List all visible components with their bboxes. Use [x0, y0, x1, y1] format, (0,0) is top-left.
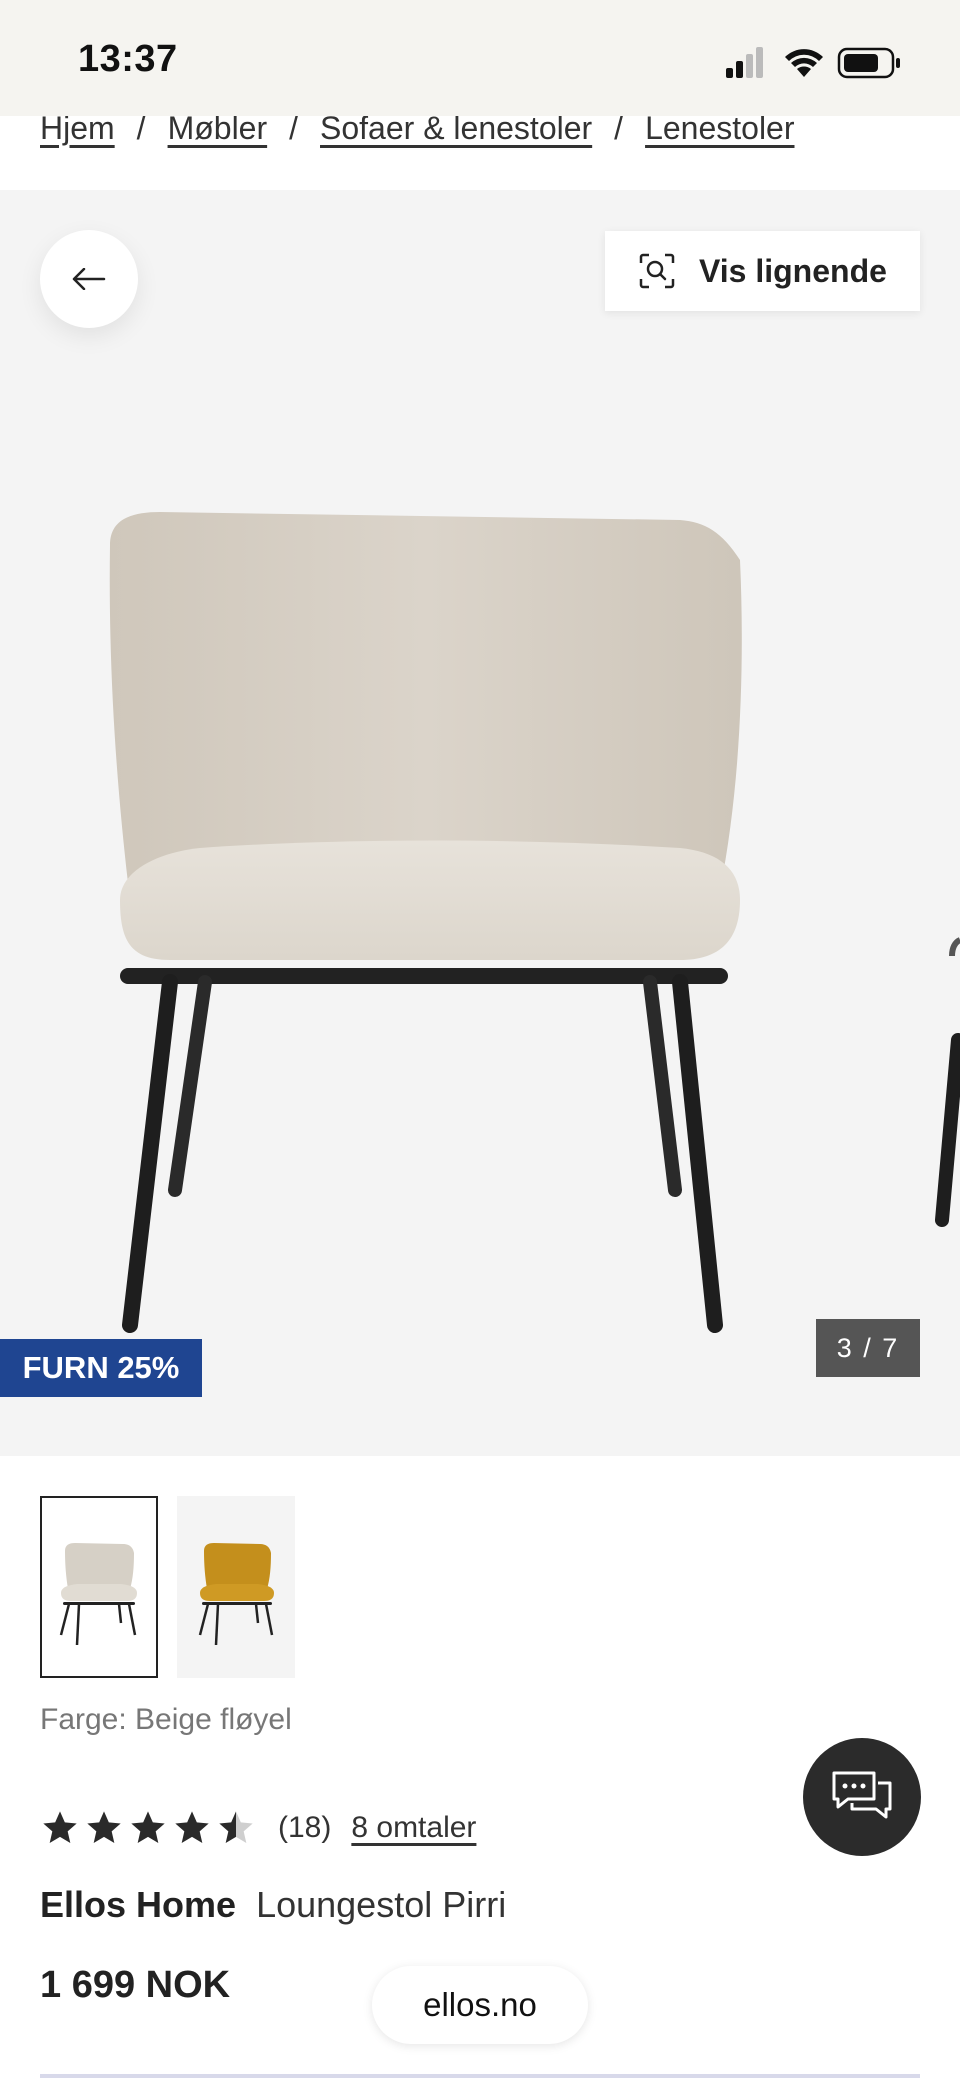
next-section-edge [40, 2074, 920, 2078]
breadcrumb-armchairs[interactable]: Lenestoler [645, 116, 794, 146]
star-icon [131, 1811, 165, 1843]
status-icons [726, 47, 900, 79]
back-button[interactable] [40, 230, 138, 328]
promo-badge: FURN 25% [0, 1339, 202, 1397]
product-image-chair [109, 512, 742, 1333]
cellular-signal-icon [726, 47, 763, 78]
status-time: 13:37 [78, 38, 178, 80]
rating-row: (18) 8 omtaler [40, 1806, 476, 1850]
star-icon [87, 1811, 121, 1843]
star-rating [40, 1808, 256, 1848]
swatch-beige[interactable] [40, 1496, 158, 1678]
breadcrumb-sofas[interactable]: Sofaer & lenestoler [320, 116, 592, 146]
battery-icon [837, 47, 900, 79]
star-icon [43, 1811, 77, 1843]
product-price: 1 699 NOK [40, 1964, 231, 2006]
breadcrumb-furniture[interactable]: Møbler [168, 116, 268, 146]
show-similar-label: Vis lignende [699, 252, 887, 289]
wifi-icon [785, 49, 823, 77]
product-brand: Ellos Home [40, 1884, 237, 1925]
breadcrumb: Hjem / Møbler / Sofaer & lenestoler / Lenestol… [0, 116, 960, 190]
rating-count: (18) [278, 1811, 332, 1844]
reviews-link[interactable]: 8 omtaler [351, 1811, 476, 1845]
browser-url-pill[interactable]: ellos.no [372, 1966, 588, 2044]
color-label: Farge: Beige fløyel [40, 1703, 292, 1736]
visual-search-icon [639, 253, 675, 289]
breadcrumb-home[interactable]: Hjem [40, 116, 115, 146]
status-bar: 13:37 [0, 0, 960, 116]
chat-icon [832, 1771, 892, 1819]
chair-thumbnail-beige [59, 1543, 137, 1646]
product-image-gallery[interactable]: Vis lignende FURN 25% 3 / 7 [0, 190, 960, 1456]
swatch-yellow[interactable] [177, 1496, 295, 1678]
next-image-peek [935, 937, 960, 1227]
show-similar-button[interactable]: Vis lignende [605, 231, 920, 311]
product-name: Loungestol Pirri [256, 1884, 507, 1925]
star-icon [175, 1811, 209, 1843]
image-counter: 3 / 7 [816, 1319, 920, 1377]
arrow-left-icon [72, 268, 106, 290]
product-title: Ellos Home Loungestol Pirri [40, 1884, 506, 1926]
half-star-icon [219, 1811, 253, 1843]
chat-button[interactable] [803, 1738, 921, 1856]
chair-thumbnail-yellow [198, 1543, 274, 1646]
